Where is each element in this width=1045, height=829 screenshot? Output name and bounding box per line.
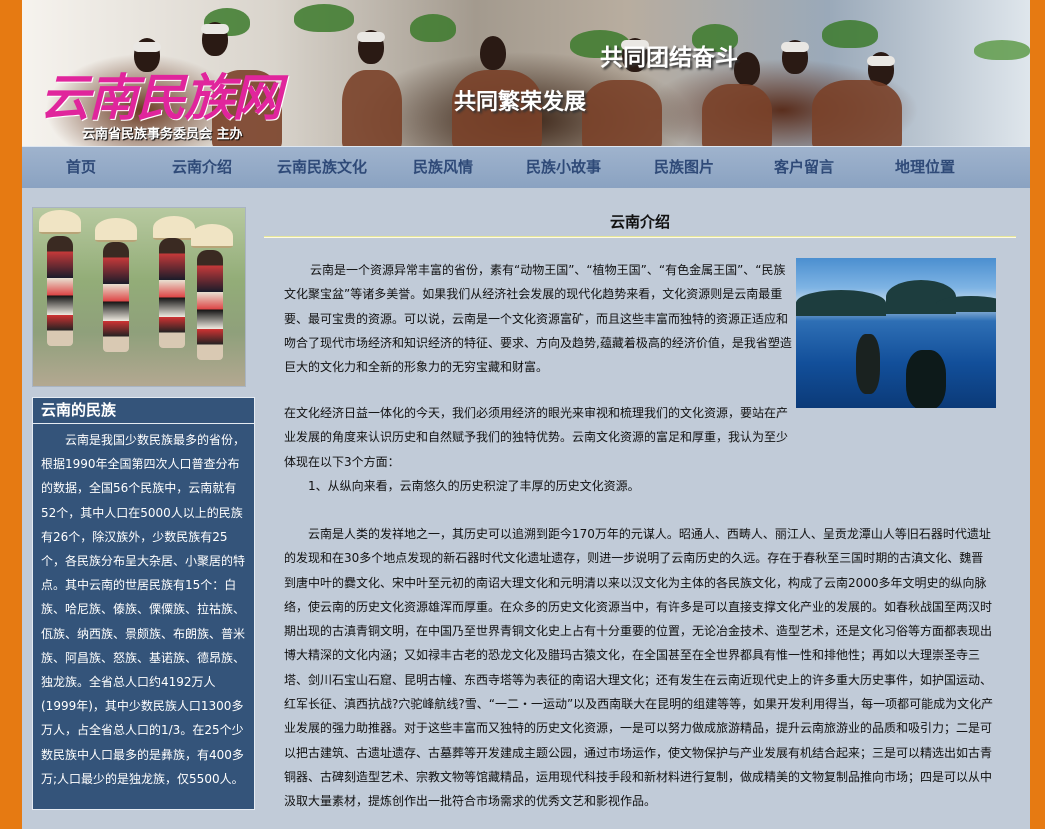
site-logo[interactable]: 云南民族网: [40, 58, 282, 130]
history-paragraph: 云南是人类的发祥地之一，其历史可以追溯到距今170万年的元谋人。昭通人、西畴人、…: [284, 527, 994, 809]
intro-paragraph: 云南是一个资源异常丰富的省份，素有“动物王国”、“植物王国”、“有色金属王国”、…: [284, 263, 792, 375]
nav-ethnic-culture[interactable]: 云南民族文化: [277, 147, 367, 188]
ethnic-groups-text: 云南是我国少数民族最多的省份，根据1990年全国第四次人口普查分布的数据，全国5…: [41, 433, 246, 786]
nav-home[interactable]: 首页: [66, 147, 96, 188]
nav-ethnic-photos[interactable]: 民族图片: [654, 147, 714, 188]
title-divider: [264, 236, 1016, 238]
page-title: 云南介绍: [609, 213, 670, 231]
slogan-unity: 共同团结奋斗: [600, 45, 738, 71]
ethnic-girls-photo: [32, 207, 246, 387]
lake-photo: [796, 258, 996, 408]
nav-ethnic-stories[interactable]: 民族小故事: [526, 147, 601, 188]
nav-guestbook[interactable]: 客户留言: [774, 147, 834, 188]
page: 云南民族网 云南省民族事务委员会 主办 共同团结奋斗 共同繁荣发展 首页 云南介…: [22, 0, 1030, 829]
nav-location[interactable]: 地理位置: [895, 147, 955, 188]
slogan-prosperity: 共同繁荣发展: [454, 90, 587, 115]
culture-economy-paragraph: 在文化经济日益一体化的今天，我们必须用经济的眼光来审视和梳理我们的文化资源，要站…: [284, 406, 789, 469]
point-one-heading: 1、从纵向来看，云南悠久的历史积淀了丰厚的历史文化资源。: [308, 479, 640, 493]
nav-ethnic-customs[interactable]: 民族风情: [413, 147, 473, 188]
ethnic-groups-box: 云南的民族 云南是我国少数民族最多的省份，根据1990年全国第四次人口普查分布的…: [32, 397, 255, 810]
sponsor-text: 云南省民族事务委员会 主办: [82, 127, 243, 142]
header-banner: 云南民族网 云南省民族事务委员会 主办 共同团结奋斗 共同繁荣发展: [22, 0, 1030, 146]
nav-yunnan-intro[interactable]: 云南介绍: [172, 147, 232, 188]
ethnic-groups-title: 云南的民族: [33, 398, 254, 424]
main-nav: 首页 云南介绍 云南民族文化 民族风情 民族小故事 民族图片 客户留言 地理位置: [22, 146, 1030, 188]
